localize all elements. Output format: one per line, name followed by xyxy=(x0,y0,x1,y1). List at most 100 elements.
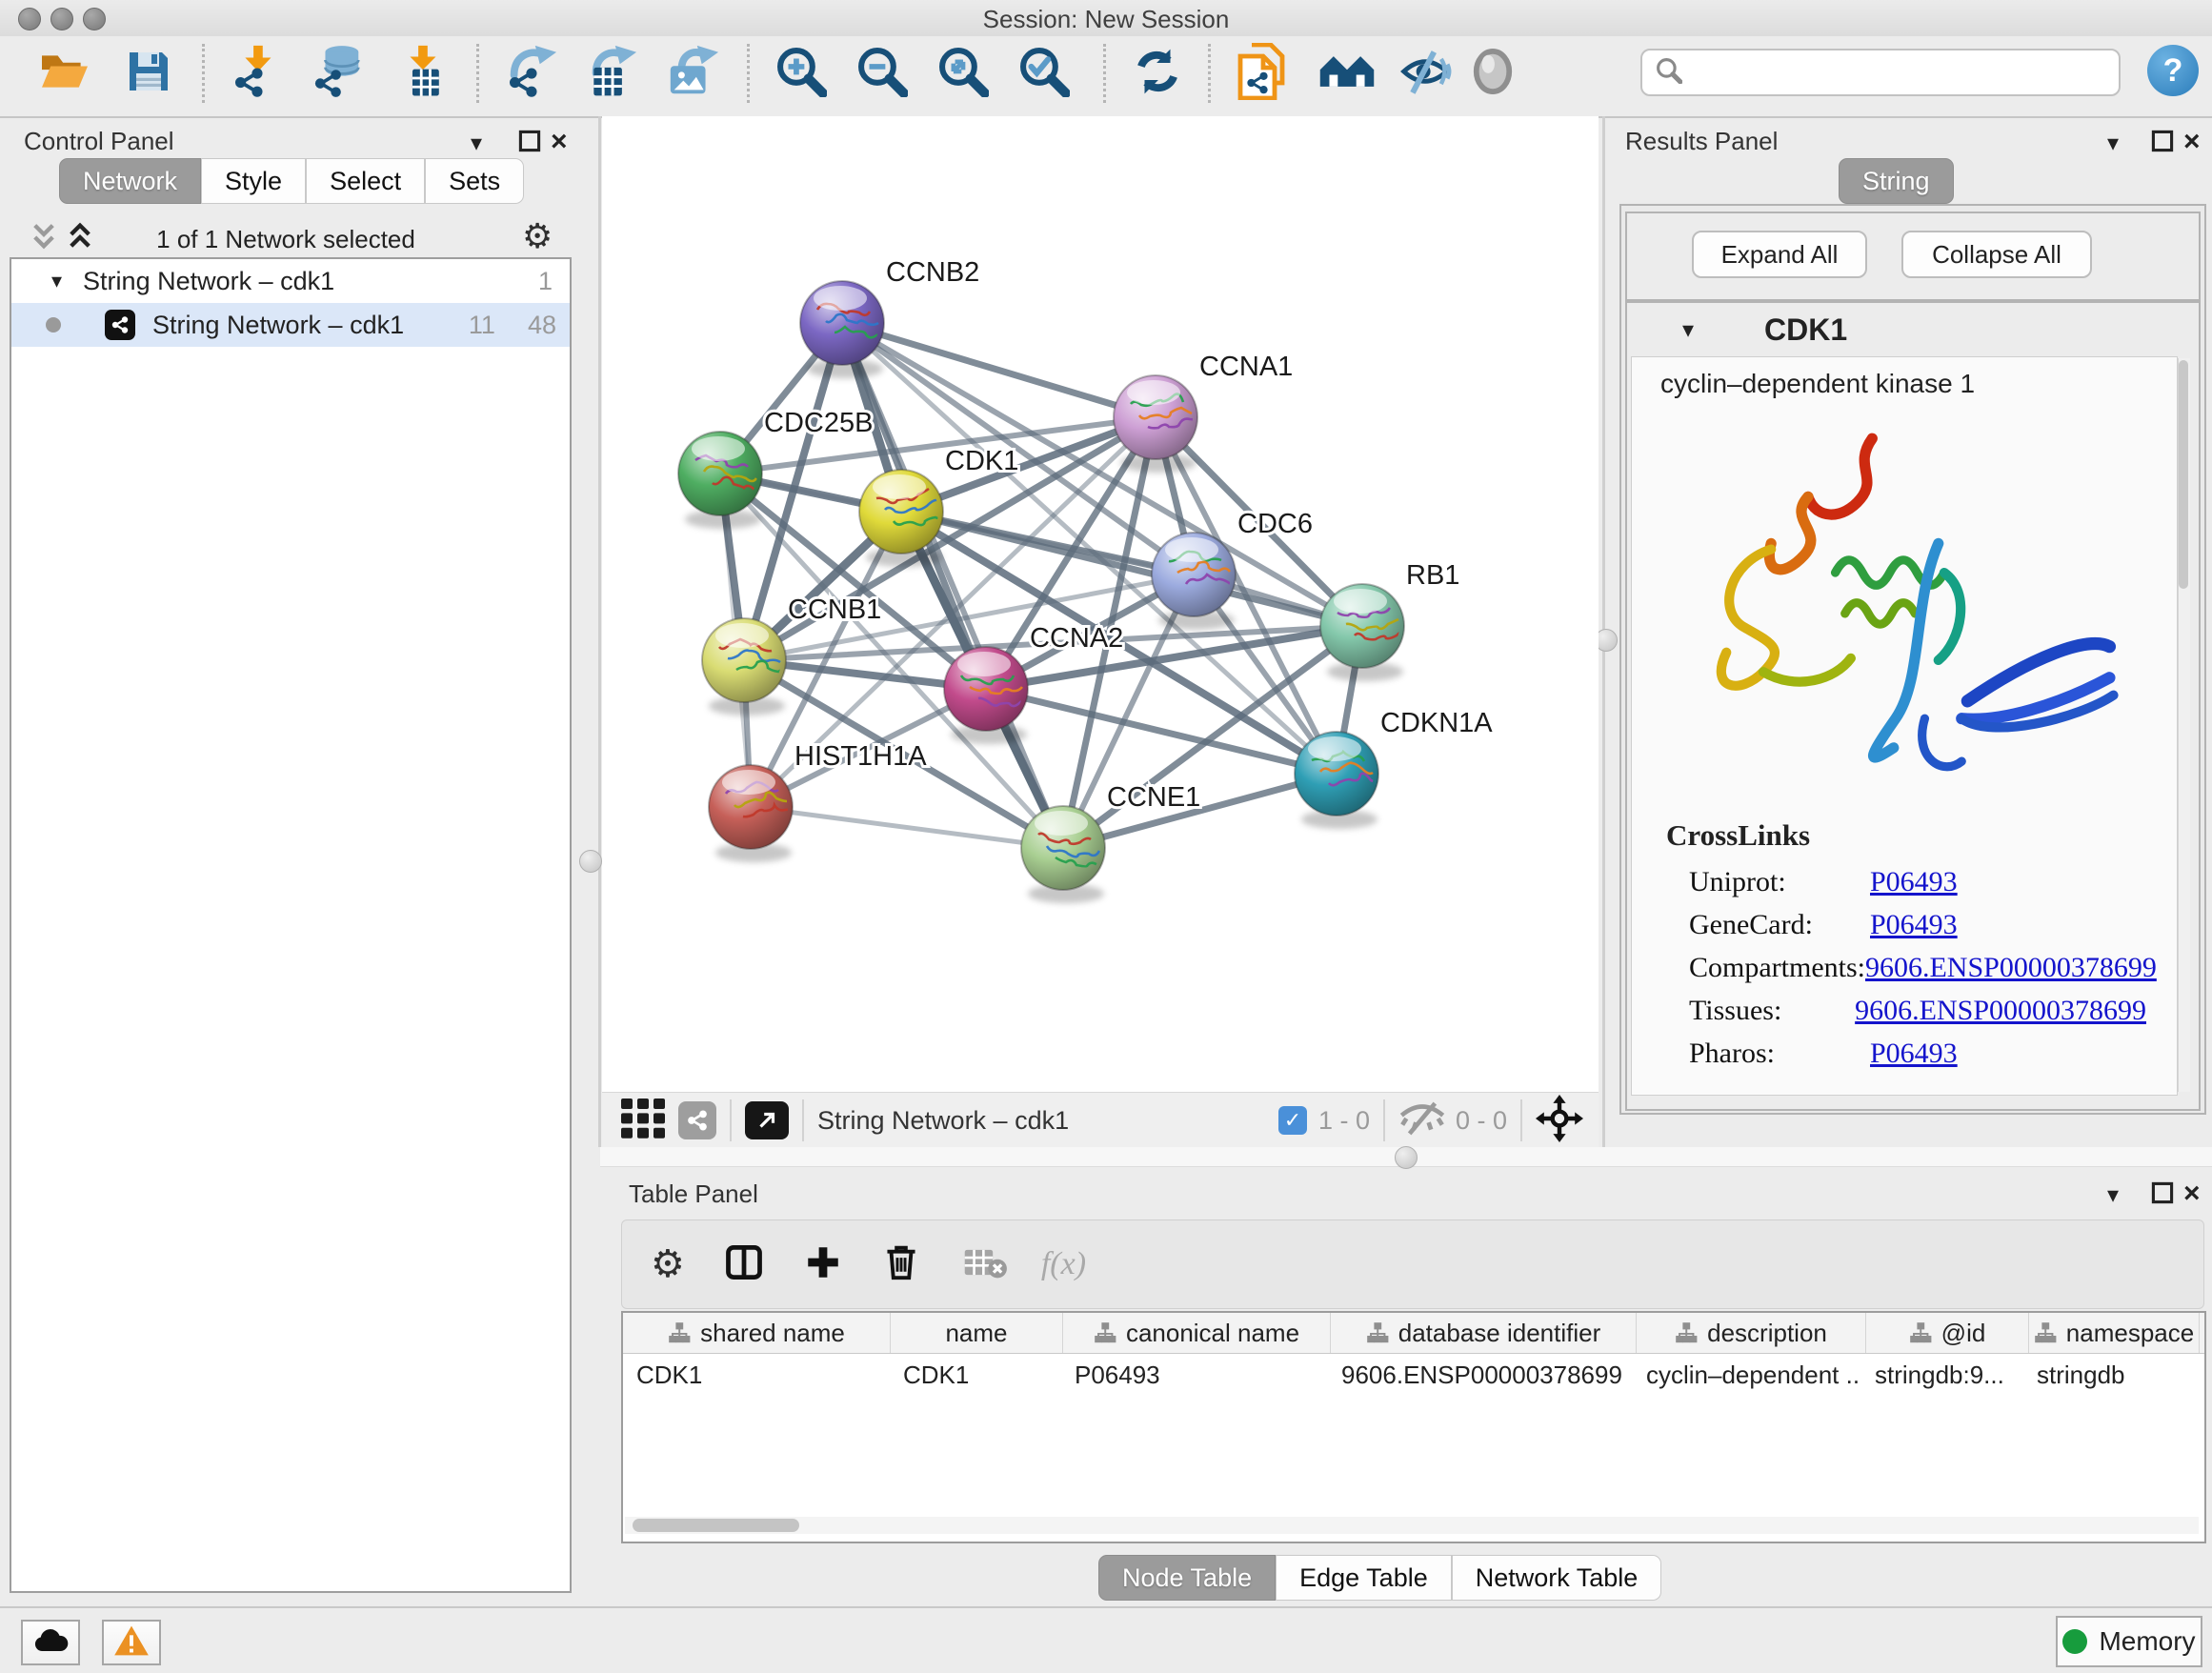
table-toolbar: ⚙ f(x) xyxy=(621,1219,2204,1309)
export-image-button[interactable] xyxy=(665,42,720,105)
column-header-namespace[interactable]: namespace xyxy=(2029,1313,2200,1353)
current-network-dot-icon xyxy=(46,317,61,333)
network-node-HIST1H1A[interactable] xyxy=(709,765,795,862)
table-settings-gear-icon[interactable]: ⚙ xyxy=(651,1245,685,1283)
zoom-out-button[interactable] xyxy=(856,42,908,105)
results-panel-close-icon[interactable]: × xyxy=(2183,126,2201,158)
network-node-CDK1[interactable] xyxy=(859,470,946,567)
collapse-all-networks-icon[interactable] xyxy=(65,221,95,258)
zoom-in-button[interactable] xyxy=(775,42,827,105)
zoom-selected-icon xyxy=(1018,46,1070,102)
string-view-chip-icon[interactable] xyxy=(678,1101,716,1139)
show-columns-icon[interactable] xyxy=(723,1241,765,1288)
results-panel-title: Results Panel xyxy=(1625,127,1778,156)
results-panel-float-icon[interactable] xyxy=(2151,130,2174,157)
add-column-plus-icon[interactable] xyxy=(803,1242,843,1287)
import-network-button[interactable] xyxy=(229,42,284,105)
network-node-CDC6[interactable] xyxy=(1152,533,1238,630)
share-document-button[interactable] xyxy=(1237,42,1286,105)
node-label-CCNA2: CCNA2 xyxy=(1030,623,1123,654)
import-table-button[interactable] xyxy=(394,42,450,105)
network-node-CCNB1[interactable] xyxy=(702,618,789,716)
export-table-button[interactable] xyxy=(583,42,638,105)
inactive-eye-button[interactable] xyxy=(1471,42,1515,105)
toolbar-search[interactable] xyxy=(1640,49,2121,96)
tab-style[interactable]: Style xyxy=(201,158,306,204)
memory-button[interactable]: Memory xyxy=(2056,1616,2202,1667)
network-edge-count: 48 xyxy=(528,311,556,340)
birds-eye-view-icon[interactable] xyxy=(745,1101,789,1139)
results-scrollbar-thumb[interactable] xyxy=(2179,360,2188,589)
network-options-gear-icon[interactable]: ⚙ xyxy=(522,219,553,253)
table-panel-float-icon[interactable] xyxy=(2151,1181,2174,1209)
tab-edge-table[interactable]: Edge Table xyxy=(1276,1555,1452,1601)
expand-all-button[interactable]: Expand All xyxy=(1692,231,1867,278)
hide-panel-button[interactable] xyxy=(1398,42,1452,105)
collection-collapse-icon[interactable]: ▾ xyxy=(51,269,62,293)
crosslink-link[interactable]: 9606.ENSP00000378699 xyxy=(1865,952,2157,984)
network-collection-row[interactable]: ▾ String Network – cdk1 1 xyxy=(11,259,570,303)
selected-checkbox-icon[interactable]: ✓ xyxy=(1278,1106,1307,1135)
column-header-database-identifier[interactable]: database identifier xyxy=(1331,1313,1637,1353)
table-header-row: shared namenamecanonical namedatabase id… xyxy=(623,1313,2204,1354)
expand-all-networks-icon[interactable] xyxy=(29,221,59,258)
collapse-all-button[interactable]: Collapse All xyxy=(1901,231,2092,278)
delete-column-trash-icon[interactable] xyxy=(881,1242,921,1287)
crosslink-link[interactable]: P06493 xyxy=(1870,866,1958,898)
tab-network-table[interactable]: Network Table xyxy=(1452,1555,1662,1601)
network-row-selected[interactable]: String Network – cdk1 11 48 xyxy=(11,303,570,347)
network-node-CDKN1A[interactable] xyxy=(1295,732,1381,829)
network-graph[interactable]: CCNB2CCNA1CDC25BCDK1CDC6RB1CCNB1CCNA2HIS… xyxy=(602,116,1599,1092)
network-node-RB1[interactable] xyxy=(1320,584,1407,681)
table-scrollbar-thumb[interactable] xyxy=(633,1519,799,1532)
crosslink-link[interactable]: P06493 xyxy=(1870,909,1958,941)
column-header-@id[interactable]: @id xyxy=(1866,1313,2029,1353)
control-panel-close-icon[interactable]: × xyxy=(551,126,568,158)
control-panel-float-icon[interactable] xyxy=(518,130,541,157)
tab-node-table[interactable]: Node Table xyxy=(1098,1555,1276,1601)
network-node-CCNA2[interactable] xyxy=(944,647,1031,744)
table-cell: stringdb xyxy=(2023,1354,2193,1396)
node-label-HIST1H1A: HIST1H1A xyxy=(794,741,927,772)
cloud-status-button[interactable] xyxy=(21,1620,80,1665)
save-session-button[interactable] xyxy=(126,42,171,105)
horizontal-splitter-handle[interactable] xyxy=(1395,1146,1418,1169)
column-header-canonical-name[interactable]: canonical name xyxy=(1063,1313,1331,1353)
crosslink-link[interactable]: P06493 xyxy=(1870,1038,1958,1070)
network-node-CDC25B[interactable] xyxy=(678,432,765,529)
tab-select[interactable]: Select xyxy=(306,158,425,204)
fit-content-crosshair-icon[interactable] xyxy=(1536,1095,1583,1147)
search-input[interactable] xyxy=(1692,58,2119,87)
network-node-CCNB2[interactable] xyxy=(800,281,887,378)
control-panel-menu-icon[interactable]: ▾ xyxy=(471,130,482,157)
left-splitter[interactable] xyxy=(598,116,601,1147)
network-node-CCNE1[interactable] xyxy=(1021,806,1108,903)
protein-collapse-icon[interactable]: ▾ xyxy=(1682,316,1694,344)
export-network-button[interactable] xyxy=(503,42,558,105)
table-horizontal-scrollbar[interactable] xyxy=(625,1517,2199,1534)
zoom-fit-button[interactable] xyxy=(937,42,989,105)
results-panel-menu-icon[interactable]: ▾ xyxy=(2107,130,2119,157)
refresh-button[interactable] xyxy=(1132,42,1183,105)
crosslink-link[interactable]: 9606.ENSP00000378699 xyxy=(1855,995,2146,1027)
export-network-icon xyxy=(503,44,558,104)
tab-sets[interactable]: Sets xyxy=(425,158,524,204)
table-row[interactable]: CDK1CDK1P064939606.ENSP00000378699cyclin… xyxy=(623,1354,2204,1396)
help-button[interactable]: ? xyxy=(2147,45,2199,96)
column-header-name[interactable]: name xyxy=(891,1313,1063,1353)
tab-string[interactable]: String xyxy=(1839,158,1954,204)
network-canvas[interactable]: CCNB2CCNA1CDC25BCDK1CDC6RB1CCNB1CCNA2HIS… xyxy=(602,116,1599,1092)
zoom-selected-button[interactable] xyxy=(1018,42,1070,105)
tab-network[interactable]: Network xyxy=(59,158,201,204)
column-header-shared-name[interactable]: shared name xyxy=(623,1313,891,1353)
column-header-description[interactable]: description xyxy=(1637,1313,1866,1353)
grid-view-icon[interactable] xyxy=(621,1099,665,1143)
left-splitter-handle[interactable] xyxy=(579,850,602,873)
home-networks-button[interactable] xyxy=(1318,42,1376,105)
table-panel-close-icon[interactable]: × xyxy=(2183,1178,2201,1210)
open-session-button[interactable] xyxy=(38,42,91,105)
import-network-from-database-button[interactable] xyxy=(311,42,366,105)
warning-status-button[interactable] xyxy=(102,1620,161,1665)
network-node-CCNA1[interactable] xyxy=(1114,375,1200,473)
table-panel-menu-icon[interactable]: ▾ xyxy=(2107,1181,2119,1209)
